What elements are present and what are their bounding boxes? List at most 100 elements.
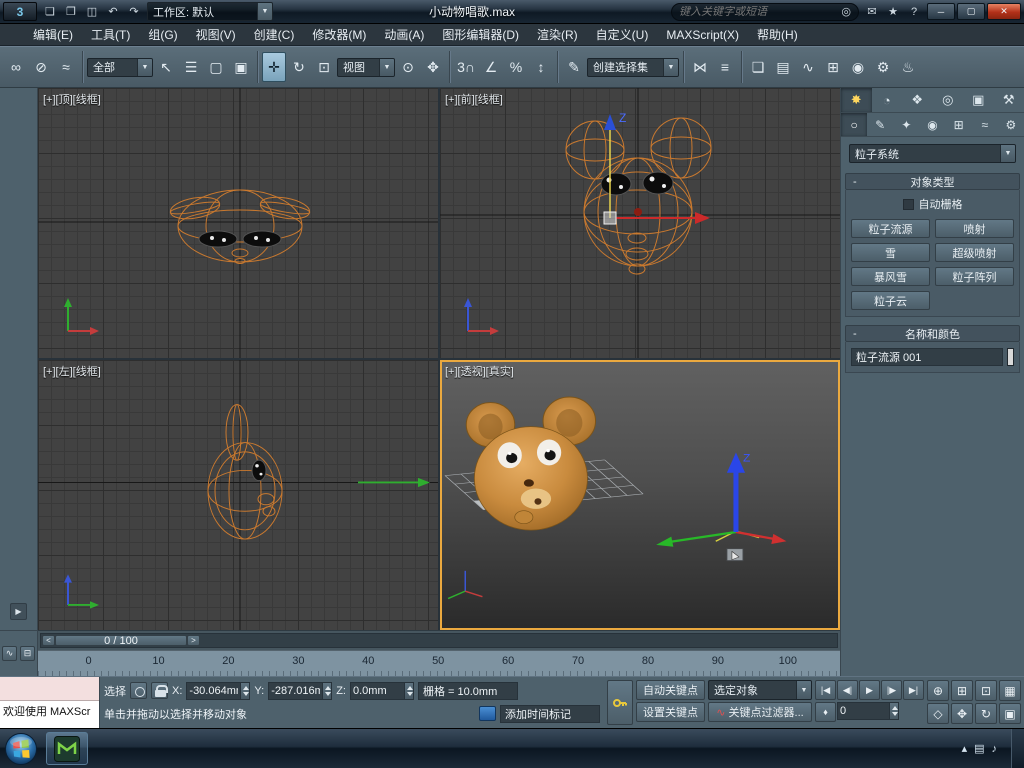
select-and-manipulate-icon[interactable]: ✥: [421, 52, 445, 82]
save-file-icon[interactable]: ◫: [82, 3, 102, 21]
render-icon[interactable]: ♨: [896, 52, 920, 82]
particle-cloud-button[interactable]: 粒子云: [851, 291, 930, 310]
help-icon[interactable]: ?: [904, 3, 924, 21]
viewport-front-label[interactable]: [+][前][线框]: [445, 91, 503, 107]
zoom-icon[interactable]: ⊕: [927, 680, 949, 701]
angle-snap-icon[interactable]: ∠: [479, 52, 503, 82]
time-slider-prev-icon[interactable]: <: [42, 635, 55, 646]
field-of-view-icon[interactable]: ◇: [927, 703, 949, 724]
tab-hierarchy[interactable]: ❖: [902, 88, 933, 112]
subtab-systems[interactable]: ⚙: [998, 113, 1024, 136]
viewport-perspective[interactable]: [+][透视][真实] Z: [440, 360, 840, 630]
maximize-button[interactable]: ▢: [957, 3, 985, 20]
subtab-shapes[interactable]: ✎: [867, 113, 893, 136]
menu-tools[interactable]: 工具(T): [82, 24, 139, 45]
time-slider-handle[interactable]: < 0 / 100 >: [42, 635, 200, 647]
z-spinner[interactable]: [403, 682, 413, 699]
z-coordinate-input[interactable]: [350, 684, 404, 697]
next-frame-button[interactable]: |▶: [881, 680, 902, 700]
y-spinner[interactable]: [322, 682, 332, 699]
zoom-all-icon[interactable]: ⊞: [951, 680, 973, 701]
tray-volume-icon[interactable]: ♪: [992, 743, 998, 755]
menu-modifiers[interactable]: 修改器(M): [303, 24, 375, 45]
schematic-view-icon[interactable]: ⊞: [821, 52, 845, 82]
start-button[interactable]: [4, 732, 38, 766]
isolate-selection-icon[interactable]: [130, 682, 147, 699]
undo-icon[interactable]: ↶: [103, 3, 123, 21]
listener-macro-line[interactable]: [0, 677, 99, 701]
spinner-snap-icon[interactable]: ↕: [529, 52, 553, 82]
layout-tab-arrow-icon[interactable]: ▶: [10, 603, 27, 620]
viewport-left-label[interactable]: [+][左][线框]: [43, 363, 101, 379]
viewport-left[interactable]: [+][左][线框]: [38, 360, 438, 630]
rectangular-selection-region-icon[interactable]: ▢: [204, 52, 228, 82]
minimize-button[interactable]: ─: [927, 3, 955, 20]
menu-animation[interactable]: 动画(A): [375, 24, 433, 45]
super-spray-button[interactable]: 超级喷射: [935, 243, 1014, 262]
bind-to-spacewarp-icon[interactable]: ≈: [54, 52, 78, 82]
x-spinner[interactable]: [240, 682, 250, 699]
align-icon[interactable]: ≡: [713, 52, 737, 82]
time-slider-next-icon[interactable]: >: [187, 635, 200, 646]
set-key-big-button[interactable]: [607, 680, 633, 725]
edit-named-selection-sets-icon[interactable]: ✎: [562, 52, 586, 82]
subtab-cameras[interactable]: ◉: [919, 113, 945, 136]
particle-array-button[interactable]: 粒子阵列: [935, 267, 1014, 286]
menu-edit[interactable]: 编辑(E): [24, 24, 82, 45]
window-crossing-icon[interactable]: ▣: [229, 52, 253, 82]
selection-filter-dropdown[interactable]: 全部 ▼: [87, 57, 153, 77]
favorites-icon[interactable]: ★: [883, 3, 903, 21]
blizzard-button[interactable]: 暴风雪: [851, 267, 930, 286]
auto-key-button[interactable]: 自动关键点: [636, 680, 705, 700]
select-by-name-icon[interactable]: ☰: [179, 52, 203, 82]
play-button[interactable]: ▶: [859, 680, 880, 700]
show-desktop-button[interactable]: [1011, 728, 1024, 768]
zoom-extents-icon[interactable]: ⊡: [975, 680, 997, 701]
material-editor-icon[interactable]: ◉: [846, 52, 870, 82]
key-filters-button[interactable]: ∿ 关键点过滤器...: [708, 702, 812, 722]
communication-center-icon[interactable]: ✉: [862, 3, 882, 21]
tab-create[interactable]: ✸: [841, 88, 872, 112]
menu-create[interactable]: 创建(C): [245, 24, 304, 45]
select-object-icon[interactable]: ↖: [154, 52, 178, 82]
pan-icon[interactable]: ✥: [951, 703, 973, 724]
open-file-icon[interactable]: ❐: [61, 3, 81, 21]
key-mode-toggle-icon[interactable]: ♦: [815, 702, 836, 722]
frame-spinner[interactable]: [889, 703, 898, 719]
redo-icon[interactable]: ↷: [124, 3, 144, 21]
object-name-field[interactable]: [851, 348, 1003, 366]
tray-show-hidden-icon[interactable]: ▴: [962, 742, 968, 755]
mini-curve-editor-icon[interactable]: ∿: [2, 646, 17, 661]
set-keys-button[interactable]: 设置关键点: [636, 702, 705, 722]
viewport-top[interactable]: [+][顶][线框]: [38, 88, 438, 358]
time-slider-groove[interactable]: < 0 / 100 >: [40, 633, 838, 648]
reference-coordinate-dropdown[interactable]: 视图 ▼: [337, 57, 395, 77]
subtab-space-warps[interactable]: ≈: [972, 113, 998, 136]
object-name-input[interactable]: [852, 351, 1002, 363]
close-button[interactable]: ✕: [987, 3, 1021, 20]
x-coordinate-field[interactable]: [186, 681, 251, 700]
infocenter-search[interactable]: ◎: [671, 2, 859, 21]
track-bar-toggle-icon[interactable]: ⊟: [20, 646, 35, 661]
object-color-swatch[interactable]: [1007, 348, 1014, 366]
menu-views[interactable]: 视图(V): [187, 24, 245, 45]
time-tag-icon[interactable]: [479, 706, 496, 721]
time-slider[interactable]: < 0 / 100 >: [38, 630, 840, 650]
menu-group[interactable]: 组(G): [139, 24, 186, 45]
menu-customize[interactable]: 自定义(U): [587, 24, 658, 45]
time-slider-value[interactable]: 0 / 100: [55, 635, 187, 647]
select-and-scale-icon[interactable]: ⊡: [312, 52, 336, 82]
menu-rendering[interactable]: 渲染(R): [528, 24, 587, 45]
selection-lock-icon[interactable]: [151, 682, 168, 699]
y-coordinate-field[interactable]: [268, 681, 333, 700]
snap-toggle-3d-icon[interactable]: 3∩: [454, 52, 478, 82]
curve-editor-icon[interactable]: ∿: [796, 52, 820, 82]
orbit-icon[interactable]: ↻: [975, 703, 997, 724]
select-and-link-icon[interactable]: ∞: [4, 52, 28, 82]
use-pivot-center-icon[interactable]: ⊙: [396, 52, 420, 82]
tab-utilities[interactable]: ⚒: [994, 88, 1024, 112]
percent-snap-icon[interactable]: %: [504, 52, 528, 82]
viewport-top-label[interactable]: [+][顶][线框]: [43, 91, 101, 107]
current-frame-input[interactable]: [838, 705, 889, 717]
select-and-move-icon[interactable]: ✛: [262, 52, 286, 82]
